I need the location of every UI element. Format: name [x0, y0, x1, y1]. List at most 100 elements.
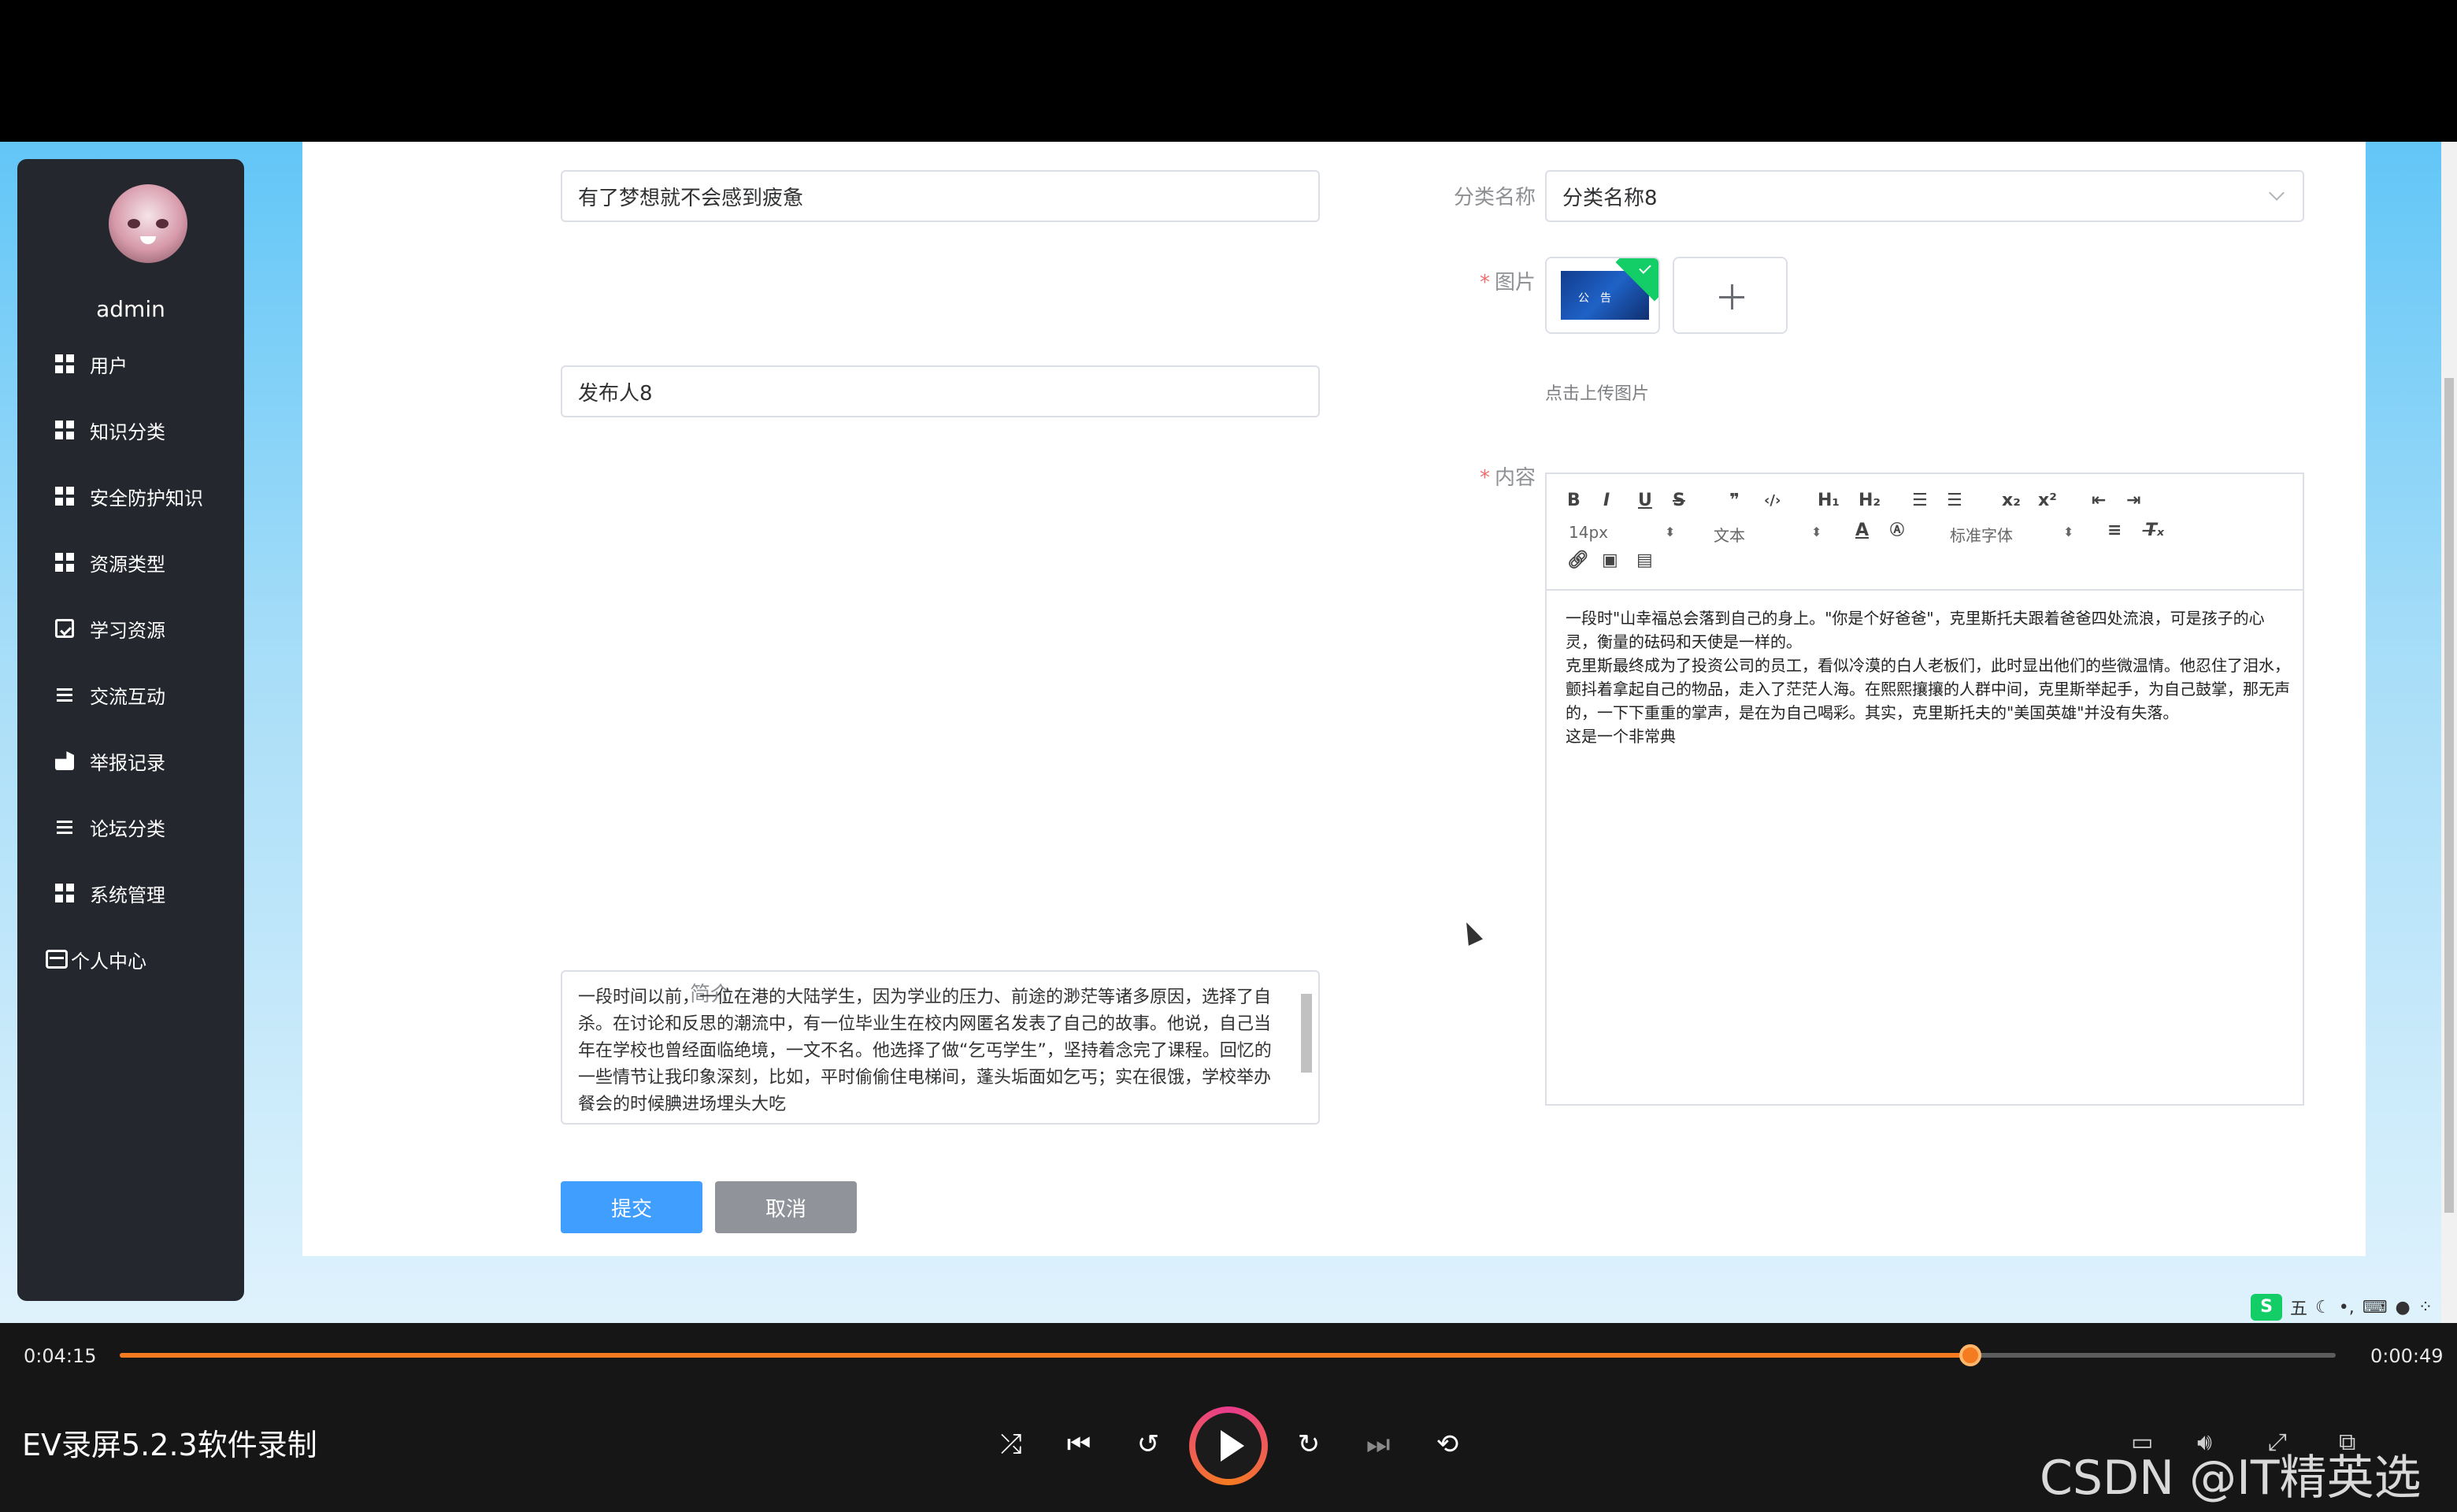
image-icon[interactable]: ▣	[1602, 551, 1618, 570]
submit-button[interactable]: 提交	[561, 1181, 702, 1233]
screen: admin 用户 知识分类 安全防护知识 资源类型 学习资源 交流互动 举报记录…	[0, 0, 2457, 1512]
sidebar-item-safety-knowledge[interactable]: 安全防护知识	[55, 472, 203, 520]
play-button[interactable]	[1189, 1406, 1268, 1485]
punctuation-icon[interactable]: •,	[2339, 1298, 2355, 1317]
progress-track[interactable]	[120, 1344, 2336, 1366]
sidebar-item-reports[interactable]: 举报记录	[55, 737, 165, 784]
grid-icon	[55, 421, 74, 439]
ordered-list-icon[interactable]: ☰	[1912, 491, 1928, 510]
block-type-select[interactable]: 文本	[1714, 523, 1745, 546]
add-image-button[interactable]	[1673, 257, 1788, 334]
link-icon[interactable]: 🔗︎	[1567, 551, 1589, 570]
previous-icon[interactable]: ⏮	[1062, 1427, 1096, 1462]
username: admin	[96, 296, 165, 322]
bold-icon[interactable]: B	[1567, 491, 1581, 510]
code-icon[interactable]: ‹/›	[1764, 491, 1781, 510]
video-player-bar: 0:04:15 0:00:49 EV录屏5.2.3软件录制 ⤮ ⏮ ↺ ↻ ⏭ …	[0, 1323, 2457, 1512]
outdent-icon[interactable]: ⇤	[2092, 491, 2106, 510]
sidebar-item-interaction[interactable]: 交流互动	[55, 671, 165, 718]
heading2-icon[interactable]: H₂	[1858, 491, 1881, 510]
heading1-icon[interactable]: H₁	[1818, 491, 1840, 510]
cancel-button[interactable]: 取消	[715, 1181, 857, 1233]
report-icon	[55, 751, 74, 770]
clipboard-icon	[55, 619, 74, 638]
rewind-10-icon[interactable]: ↺	[1131, 1427, 1166, 1462]
strikethrough-icon[interactable]: S	[1673, 491, 1685, 510]
publisher-input[interactable]: 发布人8	[561, 365, 1320, 417]
keyboard-icon[interactable]: ⌨	[2362, 1298, 2388, 1317]
sidebar-item-resource-type[interactable]: 资源类型	[55, 539, 165, 586]
forward-30-icon[interactable]: ↻	[1292, 1427, 1326, 1462]
list-icon	[55, 685, 74, 704]
grid-icon	[55, 884, 74, 902]
sidebar-item-label: 举报记录	[90, 751, 165, 774]
sidebar-item-label: 论坛分类	[90, 817, 165, 840]
list-icon	[55, 817, 74, 836]
sogou-logo-icon[interactable]: S	[2251, 1294, 2282, 1321]
indent-icon[interactable]: ⇥	[2126, 491, 2140, 510]
sidebar-item-label: 资源类型	[90, 553, 165, 576]
sidebar-item-learning-resources[interactable]: 学习资源	[55, 605, 165, 652]
summary-textarea[interactable]: 一段时间以前，一位在港的大陆学生，因为学业的压力、前途的渺茫等诸多原因，选择了自…	[561, 970, 1320, 1125]
title-input[interactable]: 有了梦想就不会感到疲惫	[561, 170, 1320, 222]
superscript-icon[interactable]: x²	[2038, 491, 2057, 510]
font-family-select[interactable]: 标准字体	[1950, 523, 2013, 546]
uploaded-image-thumbnail[interactable]: 公告	[1545, 257, 1660, 334]
editor-paragraph: 克里斯最终成为了投资公司的员工，看似冷漠的白人老板们，此时显出他们的些微温情。他…	[1566, 656, 2290, 722]
mouse-cursor-icon	[1459, 919, 1483, 946]
apps-icon[interactable]: ⁘	[2418, 1298, 2433, 1317]
underline-icon[interactable]: U	[1638, 491, 1652, 510]
loop-off-icon[interactable]: ⟲	[1430, 1427, 1465, 1462]
align-icon[interactable]: ≡	[2107, 521, 2122, 540]
textarea-scroll-thumb[interactable]	[1301, 994, 1312, 1073]
updown-arrow-icon: ⬍	[2063, 524, 2074, 539]
watermark: CSDN @IT精英选手	[2040, 1451, 2422, 1506]
top-black-bar	[0, 0, 2457, 142]
upload-hint: 点击上传图片	[1545, 384, 1650, 404]
grid-icon	[55, 354, 74, 373]
category-label: 分类名称	[1453, 186, 1536, 209]
editor-paragraph: 这是一个非常典	[1566, 727, 1676, 746]
avatar[interactable]	[109, 184, 187, 263]
updown-arrow-icon: ⬍	[1811, 524, 1822, 539]
font-color-icon[interactable]: A	[1855, 521, 1869, 540]
sidebar-item-label: 知识分类	[90, 421, 165, 443]
font-size-select[interactable]: 14px	[1569, 523, 1608, 542]
sidebar-item-users[interactable]: 用户	[55, 340, 128, 387]
blockquote-icon[interactable]: ❞	[1729, 491, 1740, 510]
profile-card-icon	[46, 950, 68, 969]
page-scroll-thumb[interactable]	[2444, 378, 2454, 1213]
image-preview-text: 公告	[1578, 292, 1622, 305]
sidebar-item-knowledge-category[interactable]: 知识分类	[55, 406, 165, 454]
sidebar-item-label: 安全防护知识	[90, 487, 203, 510]
italic-icon[interactable]: I	[1603, 491, 1610, 510]
shuffle-icon[interactable]: ⤮	[994, 1427, 1028, 1462]
grid-icon	[55, 487, 74, 506]
sidebar-item-system[interactable]: 系统管理	[55, 869, 165, 917]
avatar-eye-icon	[156, 219, 169, 228]
editor-paragraph: 一段时"山幸福总会落到自己的身上。"你是个好爸爸"，克里斯托夫跟着爸爸四处流浪，…	[1566, 609, 2265, 651]
clear-format-icon[interactable]: T̶ₓ	[2145, 521, 2164, 540]
summary-text: 一段时间以前，一位在港的大陆学生，因为学业的压力、前途的渺茫等诸多原因，选择了自…	[578, 988, 1272, 1114]
progress-knob[interactable]	[1959, 1344, 1981, 1366]
background-color-icon[interactable]: Ⓐ	[1890, 521, 1904, 540]
form-card: *标题 有了梦想就不会感到疲惫 分类名称 分类名称8 *图片 公告 点击上传图片…	[302, 142, 2366, 1256]
ime-tray: S 五 ☾ •, ⌨ ● ⁘	[2251, 1292, 2457, 1323]
sidebar-item-forum-category[interactable]: 论坛分类	[55, 803, 165, 850]
next-icon[interactable]: ⏭	[1361, 1427, 1395, 1462]
bullet-list-icon[interactable]: ☰	[1947, 491, 1962, 510]
sidebar-item-profile[interactable]: 个人中心	[46, 936, 146, 983]
user-icon[interactable]: ●	[2396, 1298, 2411, 1317]
category-select[interactable]: 分类名称8	[1545, 170, 2304, 222]
editor-content[interactable]: 一段时"山幸福总会落到自己的身上。"你是个好爸爸"，克里斯托夫跟着爸爸四处流浪，…	[1566, 606, 2290, 748]
play-icon	[1195, 1413, 1262, 1479]
page-scrollbar[interactable]	[2441, 142, 2457, 1323]
content-label: * 内容	[1479, 466, 1536, 490]
video-icon[interactable]: ▤	[1636, 551, 1653, 570]
sidebar-item-label: 个人中心	[71, 950, 146, 973]
current-time: 0:04:15	[24, 1345, 97, 1367]
chevron-down-icon	[2269, 185, 2285, 201]
moon-icon[interactable]: ☾	[2315, 1298, 2331, 1317]
ime-mode[interactable]: 五	[2290, 1295, 2307, 1320]
subscript-icon[interactable]: x₂	[2002, 491, 2021, 510]
